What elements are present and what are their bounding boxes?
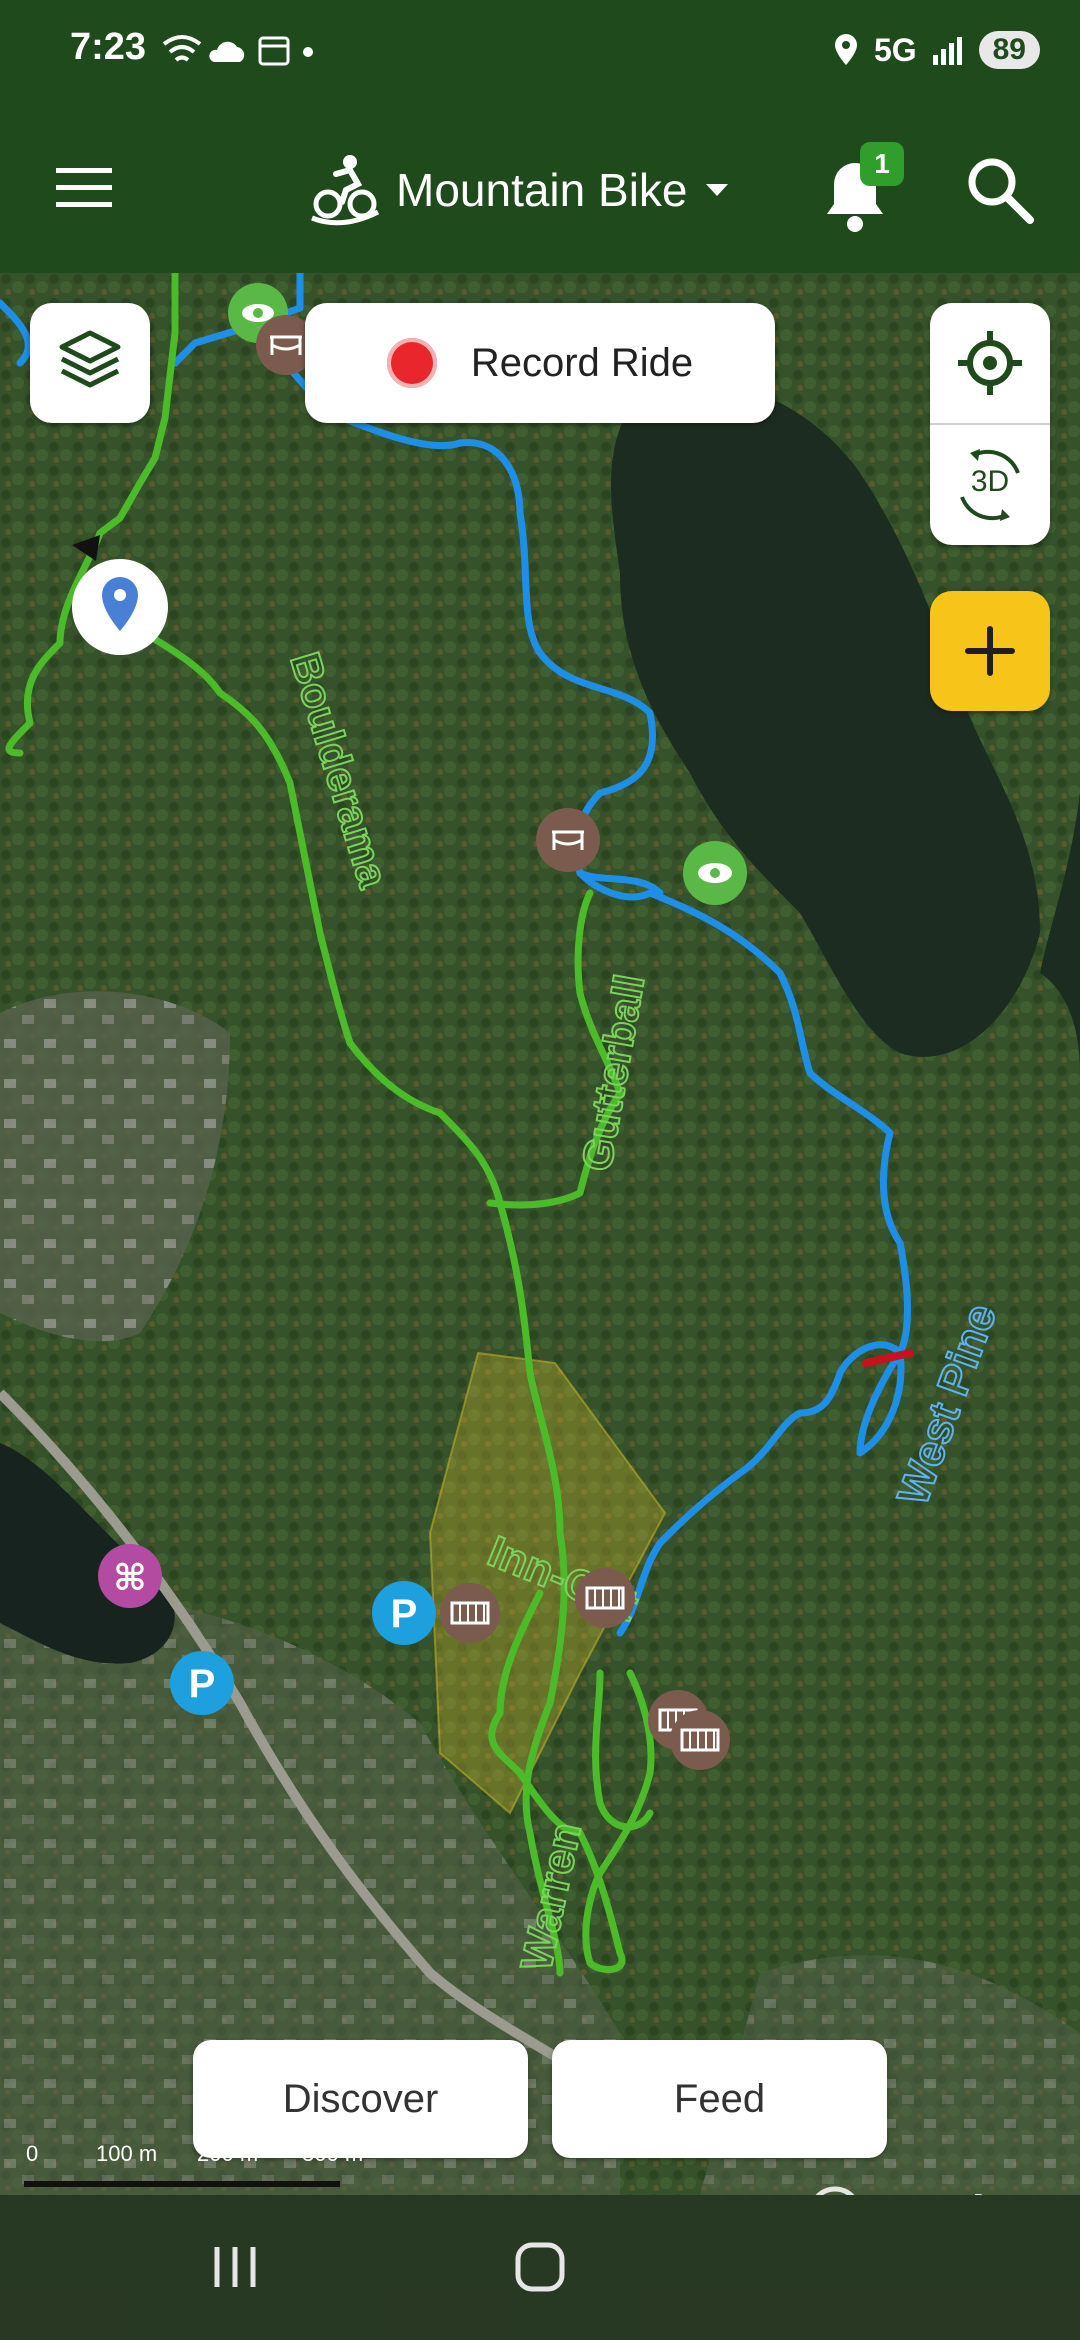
activity-label: Mountain Bike (396, 164, 688, 216)
activity-selector[interactable]: Mountain Bike (310, 140, 730, 240)
poi-place-icon[interactable]: ⌘ (98, 1544, 162, 1608)
search-icon[interactable] (960, 150, 1040, 230)
layers-button[interactable] (30, 303, 150, 423)
toggle-3d-button[interactable]: 3D (930, 425, 1050, 545)
layers-icon (59, 330, 121, 388)
app-bar: Mountain Bike 1 (0, 110, 1080, 273)
plus-icon (965, 626, 1015, 676)
mapbox-label: mapbox (873, 2186, 1057, 2196)
notification-badge: 1 (860, 142, 904, 186)
calendar-icon (258, 36, 290, 66)
record-dot-icon (386, 338, 437, 388)
network-type: 5G (873, 31, 917, 68)
bike-rider-icon (311, 155, 380, 226)
gate-icon-4[interactable] (670, 1710, 730, 1770)
feed-label: Feed (673, 2076, 766, 2121)
dropdown-caret-icon (705, 184, 728, 196)
mapbox-attribution[interactable]: mapbox (805, 2173, 1065, 2195)
gate-icon[interactable] (440, 1583, 500, 1643)
add-button[interactable] (930, 591, 1050, 711)
status-right: 5G 89 (832, 26, 1040, 74)
svg-text:P: P (189, 1662, 216, 1706)
location-icon (834, 34, 857, 65)
recent-apps-icon[interactable] (195, 2227, 275, 2307)
menu-icon[interactable] (50, 158, 120, 218)
status-time: 7:23 (70, 26, 147, 68)
feed-button[interactable]: Feed (552, 2040, 887, 2158)
home-icon[interactable] (500, 2227, 580, 2307)
map-scale: 0 100 m 200 m 300 m (22, 2141, 422, 2191)
scale-label-100: 100 m (96, 2141, 158, 2166)
3d-label: 3D (970, 465, 1010, 498)
poi-viewpoint-icon-2[interactable] (683, 841, 747, 905)
wifi-icon (162, 35, 202, 62)
scale-label-0: 0 (26, 2141, 39, 2166)
poi-bridge-icon-2[interactable] (536, 808, 600, 872)
gate-icon-2[interactable] (575, 1568, 635, 1628)
cloud-icon (209, 41, 245, 62)
svg-text:P: P (391, 1592, 418, 1636)
system-nav-bar (0, 2195, 1080, 2340)
discover-label: Discover (282, 2076, 439, 2121)
scale-bar (24, 2181, 340, 2187)
parking-icon-2[interactable]: P (170, 1651, 234, 1715)
signal-icon (932, 37, 962, 65)
battery-indicator: 89 (978, 31, 1040, 69)
svg-text:⌘: ⌘ (113, 1558, 146, 1599)
scale-label-300: 300 m (302, 2141, 364, 2166)
trail-map[interactable]: Boulderama Gutterball West Pine Inn-Out … (0, 273, 1080, 2195)
record-ride-label: Record Ride (470, 340, 694, 385)
mapbox-logo-icon (815, 2186, 855, 2195)
map-canvas: Boulderama Gutterball West Pine Inn-Out … (0, 273, 1080, 2195)
status-bar: 7:23 5G 89 (0, 0, 1080, 110)
record-ride-button[interactable]: Record Ride (305, 303, 775, 423)
status-icons (162, 35, 313, 66)
location-pin-icon[interactable] (72, 559, 168, 655)
parking-icon[interactable]: P (372, 1581, 436, 1645)
map-view-controls: 3D (930, 303, 1050, 545)
scale-label-200: 200 m (197, 2141, 259, 2166)
dot-icon (303, 47, 313, 57)
locate-me-icon[interactable] (930, 303, 1050, 423)
